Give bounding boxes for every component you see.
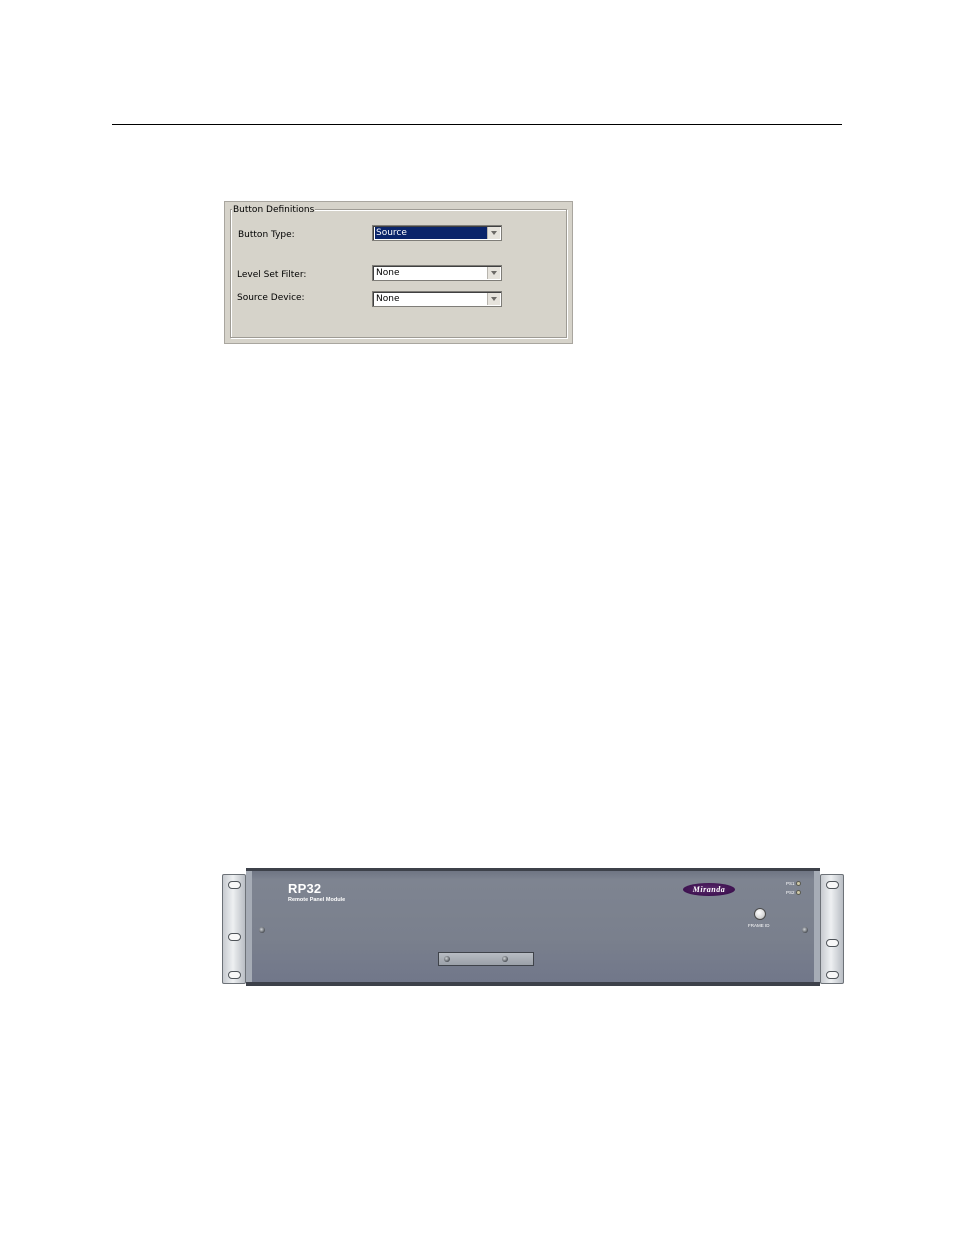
screw-icon: [502, 956, 508, 962]
frame-id-label: FRAME ID: [748, 923, 770, 928]
brand-logo: Miranda: [683, 883, 735, 896]
button-type-label: Button Type:: [238, 230, 295, 240]
mounting-slot: [826, 971, 839, 979]
mounting-slot: [826, 881, 839, 889]
right-rack-ear: [820, 874, 844, 984]
frame-id-knob-icon: [754, 908, 766, 920]
screw-icon: [802, 927, 808, 933]
device-model: RP32: [288, 881, 322, 896]
mounting-slot: [826, 939, 839, 947]
source-device-dropdown[interactable]: None: [372, 291, 502, 307]
ps1-label: PS1: [786, 881, 795, 886]
ps2-indicator: PS2: [786, 890, 801, 896]
mounting-slot: [228, 881, 241, 889]
led-icon: [795, 881, 801, 887]
mounting-slot: [228, 933, 241, 941]
mounting-slot: [228, 971, 241, 979]
panel-edge: [246, 871, 252, 982]
rp32-device-image: RP32 Remote Panel Module Miranda PS1 PS2…: [222, 868, 844, 986]
source-device-value: None: [376, 294, 400, 304]
level-set-filter-dropdown[interactable]: None: [372, 265, 502, 281]
group-title: Button Definitions: [232, 205, 316, 216]
screw-icon: [259, 927, 265, 933]
chevron-down-icon[interactable]: [487, 267, 500, 279]
left-rack-ear: [222, 874, 246, 984]
device-front-panel: RP32 Remote Panel Module Miranda PS1 PS2…: [246, 868, 820, 986]
ps2-label: PS2: [786, 890, 795, 895]
level-set-filter-label: Level Set Filter:: [237, 270, 307, 280]
chevron-down-icon[interactable]: [487, 293, 500, 305]
page-header-rule: [112, 124, 842, 125]
ps1-indicator: PS1: [786, 881, 801, 887]
level-set-filter-value: None: [376, 268, 400, 278]
button-type-dropdown[interactable]: Source: [372, 225, 502, 241]
button-definitions-panel: Button Definitions Button Type: Source L…: [224, 201, 573, 344]
source-device-label: Source Device:: [237, 293, 305, 303]
device-subtitle: Remote Panel Module: [288, 897, 346, 903]
led-icon: [795, 890, 801, 896]
handle-plate: [438, 952, 534, 966]
screw-icon: [444, 956, 450, 962]
chevron-down-icon[interactable]: [487, 227, 500, 239]
button-type-value: Source: [375, 227, 487, 239]
